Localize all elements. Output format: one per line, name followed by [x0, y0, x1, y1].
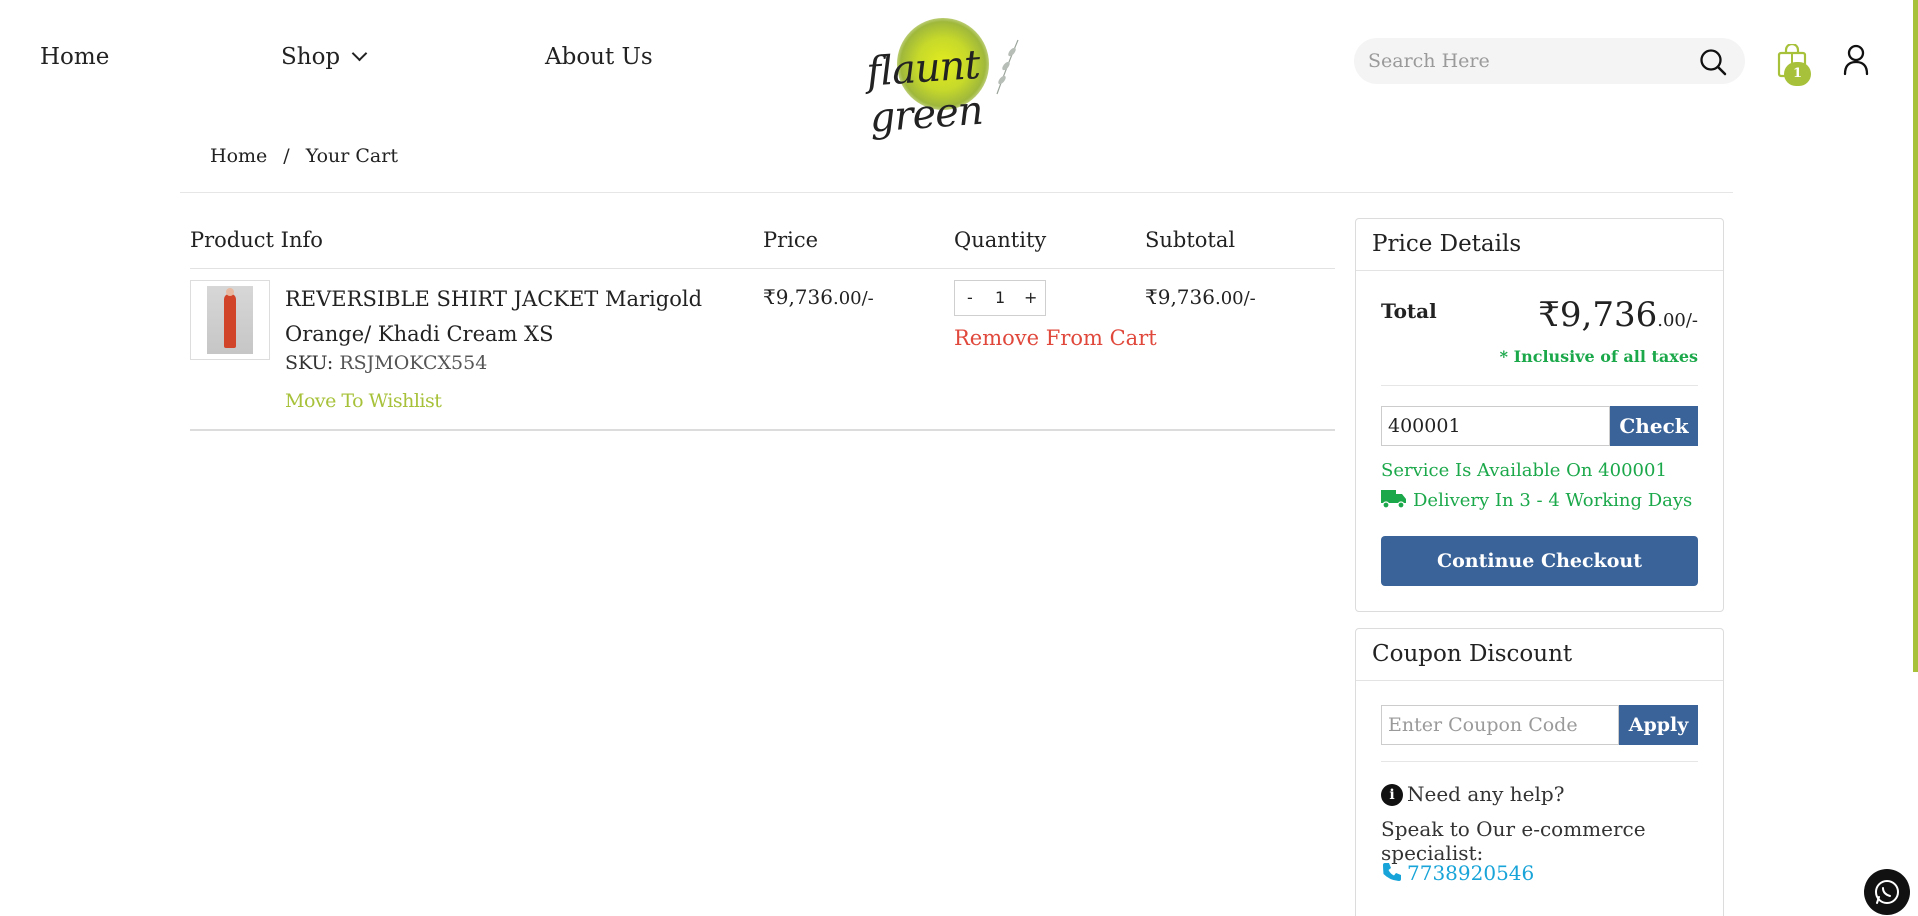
- nav-shop-label: Shop: [281, 44, 341, 70]
- product-image: [207, 286, 253, 354]
- header-product-info: Product Info: [190, 228, 323, 252]
- whatsapp-button[interactable]: [1864, 869, 1910, 915]
- total-value: ₹9,736.00/-: [1538, 295, 1698, 335]
- header-price: Price: [763, 228, 819, 252]
- header-quantity: Quantity: [954, 228, 1047, 252]
- remove-from-cart-link[interactable]: Remove From Cart: [954, 326, 1157, 350]
- quantity-value[interactable]: 1: [995, 288, 1005, 307]
- product-thumbnail[interactable]: [190, 280, 270, 360]
- sku-label: SKU:: [285, 352, 334, 374]
- product-figure-head: [226, 288, 234, 296]
- divider: [180, 192, 1733, 193]
- price-details-title: Price Details: [1372, 231, 1522, 257]
- breadcrumb-separator: /: [283, 145, 290, 167]
- apply-coupon-button[interactable]: Apply: [1619, 705, 1698, 745]
- cart-count-badge: 1: [1784, 62, 1811, 86]
- move-to-wishlist-link[interactable]: Move To Wishlist: [285, 390, 442, 412]
- specialist-text: Speak to Our e-commerce specialist:: [1381, 817, 1646, 865]
- divider: [190, 429, 1335, 431]
- scrollbar[interactable]: [1913, 0, 1918, 672]
- coupon-code-input[interactable]: [1381, 705, 1619, 745]
- whatsapp-icon: [1875, 880, 1899, 904]
- coupon-title: Coupon Discount: [1372, 641, 1573, 667]
- info-icon: i: [1381, 784, 1403, 806]
- divider: [1356, 270, 1723, 271]
- divider: [1381, 761, 1698, 762]
- user-icon[interactable]: [1842, 44, 1870, 76]
- delivery-text: Delivery In 3 - 4 Working Days: [1413, 490, 1693, 511]
- product-name[interactable]: REVERSIBLE SHIRT JACKET Marigold Orange/…: [285, 282, 745, 352]
- search-icon[interactable]: [1699, 48, 1727, 76]
- pincode-input[interactable]: [1381, 406, 1610, 446]
- tax-note: * Inclusive of all taxes: [1499, 347, 1698, 366]
- item-price-decimal: .00/-: [832, 288, 874, 309]
- item-subtotal-main: ₹9,736: [1145, 285, 1215, 309]
- item-price: ₹9,736.00/-: [763, 285, 874, 309]
- search-input[interactable]: [1368, 45, 1688, 77]
- chevron-down-icon: [351, 45, 368, 62]
- breadcrumb-home[interactable]: Home: [210, 145, 267, 167]
- item-subtotal-decimal: .00/-: [1214, 288, 1256, 309]
- nav-about[interactable]: About Us: [545, 44, 653, 70]
- phone-icon: [1383, 863, 1401, 881]
- quantity-increase-button[interactable]: +: [1024, 288, 1037, 307]
- item-subtotal: ₹9,736.00/-: [1145, 285, 1256, 309]
- truck-icon: [1381, 490, 1406, 509]
- site-header: Home Shop About Us flaunt green 1: [0, 0, 1918, 142]
- service-availability: Service Is Available On 400001: [1381, 460, 1667, 481]
- phone-number: 7738920546: [1407, 861, 1535, 885]
- price-details-panel: Price Details Total ₹9,736.00/- * Inclus…: [1355, 218, 1724, 612]
- help-label: Need any help?: [1407, 782, 1565, 806]
- phone-link[interactable]: 7738920546: [1381, 861, 1534, 885]
- quantity-decrease-button[interactable]: -: [967, 288, 973, 307]
- coupon-panel: Coupon Discount Apply iNeed any help? Sp…: [1355, 628, 1724, 916]
- total-decimal: .00/-: [1657, 310, 1698, 331]
- quantity-stepper: - 1 +: [954, 280, 1046, 316]
- leaf-icon: [996, 39, 1019, 95]
- breadcrumb-current: Your Cart: [305, 145, 398, 167]
- total-main: ₹9,736: [1538, 295, 1658, 335]
- brand-logo[interactable]: flaunt green: [862, 6, 1030, 142]
- breadcrumb: Home / Your Cart: [210, 145, 398, 167]
- check-pincode-button[interactable]: Check: [1610, 406, 1698, 446]
- divider: [1356, 680, 1723, 681]
- nav-shop[interactable]: Shop: [281, 44, 368, 70]
- divider: [1381, 385, 1698, 386]
- total-label: Total: [1381, 299, 1437, 323]
- nav-home[interactable]: Home: [40, 44, 109, 70]
- help-text: i Need any help?: [1381, 782, 1564, 806]
- item-price-main: ₹9,736: [763, 285, 833, 309]
- continue-checkout-button[interactable]: Continue Checkout: [1381, 536, 1698, 586]
- divider: [190, 268, 1335, 269]
- product-sku: SKU: RSJMOKCX554: [285, 352, 487, 374]
- search-bar: [1354, 38, 1745, 84]
- header-subtotal: Subtotal: [1145, 228, 1236, 252]
- sku-value: RSJMOKCX554: [339, 352, 488, 374]
- delivery-estimate: Delivery In 3 - 4 Working Days: [1381, 489, 1692, 511]
- product-figure: [224, 294, 236, 348]
